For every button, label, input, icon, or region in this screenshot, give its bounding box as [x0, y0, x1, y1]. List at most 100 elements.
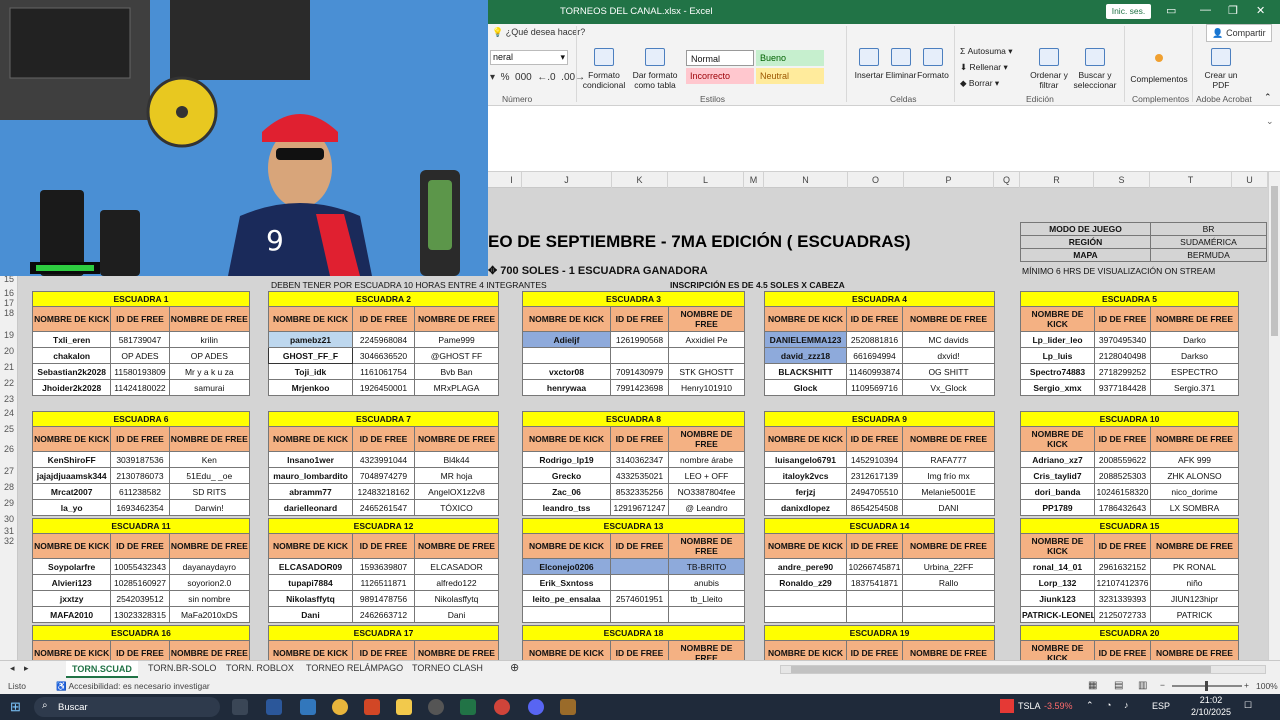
- free-id-cell[interactable]: 661694994: [846, 347, 903, 364]
- create-pdf-button[interactable]: Crear un PDF: [1198, 48, 1244, 90]
- squad-title[interactable]: ESCUADRA 1: [32, 291, 250, 307]
- free-name-cell[interactable]: Img frío mx: [901, 467, 996, 484]
- style-bueno[interactable]: Bueno: [756, 50, 824, 66]
- squad-col-header[interactable]: NOMBRE DE KICK: [268, 533, 353, 559]
- squad-col-header[interactable]: ID DE FREE: [352, 306, 415, 332]
- free-name-cell[interactable]: Axxidiel Pe: [667, 331, 746, 348]
- free-name-cell[interactable]: Ken: [168, 451, 251, 468]
- free-name-cell[interactable]: AngelOX1z2v8: [413, 483, 500, 500]
- free-id-cell[interactable]: 12107412376: [1094, 574, 1151, 591]
- squad-title[interactable]: ESCUADRA 2: [267, 291, 500, 307]
- col-header[interactable]: I: [502, 172, 522, 188]
- free-id-cell[interactable]: 2494705510: [846, 483, 903, 500]
- style-neutral[interactable]: Neutral: [756, 68, 824, 84]
- row-header[interactable]: 28: [0, 482, 18, 492]
- squad-title[interactable]: ESCUADRA 17: [268, 625, 499, 641]
- free-id-cell[interactable]: 2088525303: [1094, 467, 1151, 484]
- number-format-buttons[interactable]: ▾ % 000 ←.0 .00→: [490, 72, 585, 83]
- free-name-cell[interactable]: ESPECTRO: [1149, 363, 1240, 380]
- tab-torn-br-solo[interactable]: TORN.BR-SOLO: [148, 663, 216, 673]
- kick-name-cell[interactable]: Lp_luis: [1020, 347, 1095, 364]
- free-id-cell[interactable]: 2465261547: [352, 499, 415, 516]
- col-header[interactable]: R: [1020, 172, 1094, 188]
- squad-col-header[interactable]: NOMBRE DE FREE: [1150, 426, 1239, 452]
- squad-col-header[interactable]: NOMBRE DE KICK: [268, 640, 353, 660]
- kick-name-cell[interactable]: pamebz21: [268, 331, 353, 348]
- free-id-cell[interactable]: 1109569716: [846, 379, 903, 396]
- free-id-cell[interactable]: 3046636520: [352, 347, 415, 364]
- kick-name-cell[interactable]: [764, 606, 847, 623]
- free-id-cell[interactable]: OP ADES: [110, 347, 170, 364]
- squad-col-header[interactable]: ID DE FREE: [846, 306, 903, 332]
- clear-button[interactable]: ◆ Borrar ▾: [960, 78, 999, 88]
- free-id-cell[interactable]: 9891478756: [352, 590, 415, 607]
- kick-name-cell[interactable]: Nikolasffytq: [268, 590, 353, 607]
- squad-title[interactable]: ESCUADRA 6: [32, 411, 250, 427]
- free-id-cell[interactable]: 7991423698: [610, 379, 669, 396]
- free-id-cell[interactable]: 2245968084: [352, 331, 415, 348]
- row-header[interactable]: 26: [0, 444, 18, 454]
- col-header[interactable]: Q: [994, 172, 1020, 188]
- zoom-in-icon[interactable]: +: [1244, 680, 1249, 690]
- minimize-icon[interactable]: —: [1200, 4, 1211, 16]
- kick-name-cell[interactable]: leandro_tss: [522, 499, 611, 516]
- squad-title[interactable]: ESCUADRA 15: [1020, 518, 1239, 534]
- kick-name-cell[interactable]: Zac_06: [522, 483, 611, 500]
- powerpoint-icon[interactable]: [364, 699, 380, 715]
- col-header[interactable]: N: [764, 172, 848, 188]
- squad-col-header[interactable]: NOMBRE DE FREE: [414, 533, 499, 559]
- free-name-cell[interactable]: dayanaydayro: [168, 558, 251, 575]
- tab-torneo-relampago[interactable]: TORNEO RELÁMPAGO: [306, 663, 403, 673]
- free-id-cell[interactable]: 1593639807: [352, 558, 415, 575]
- squad-col-header[interactable]: ID DE FREE: [1094, 533, 1151, 559]
- free-id-cell[interactable]: 2312617139: [846, 467, 903, 484]
- stock-symbol[interactable]: TSLA: [1018, 701, 1041, 711]
- kick-name-cell[interactable]: Txli_eren: [31, 331, 112, 348]
- free-id-cell[interactable]: [846, 590, 903, 607]
- squad-col-header[interactable]: NOMBRE DE KICK: [522, 533, 611, 559]
- row-header[interactable]: 31: [0, 526, 18, 536]
- kick-name-cell[interactable]: [764, 590, 847, 607]
- free-id-cell[interactable]: 7091430979: [610, 363, 669, 380]
- free-id-cell[interactable]: 11424180022: [110, 379, 170, 396]
- free-name-cell[interactable]: anubis: [668, 574, 745, 591]
- squad-col-header[interactable]: NOMBRE DE KICK: [1020, 640, 1095, 660]
- row-header[interactable]: 21: [0, 362, 18, 372]
- kick-name-cell[interactable]: david_zzz18: [764, 347, 847, 364]
- horizontal-scrollbar[interactable]: [780, 665, 1266, 674]
- squad-col-header[interactable]: ID DE FREE: [352, 640, 415, 660]
- squad-col-header[interactable]: NOMBRE DE FREE: [1150, 640, 1239, 660]
- table-format-button[interactable]: Dar formato como tabla: [630, 48, 680, 90]
- squad-col-header[interactable]: NOMBRE DE KICK: [764, 426, 847, 452]
- squad-col-header[interactable]: NOMBRE DE KICK: [522, 426, 611, 452]
- search-box[interactable]: ⌕ Buscar: [34, 697, 220, 717]
- free-name-cell[interactable]: OP ADES: [168, 347, 251, 364]
- free-id-cell[interactable]: 9377184428: [1094, 379, 1151, 396]
- row-header[interactable]: 16: [0, 288, 18, 298]
- tab-torneo-clash[interactable]: TORNEO CLASH: [412, 663, 483, 673]
- squad-col-header[interactable]: NOMBRE DE KICK: [522, 640, 611, 660]
- kick-name-cell[interactable]: DANIELEMMA123: [764, 331, 847, 348]
- free-name-cell[interactable]: MRxPLAGA: [413, 379, 500, 396]
- free-id-cell[interactable]: [610, 558, 669, 575]
- kick-name-cell[interactable]: Grecko: [522, 467, 611, 484]
- squad-title[interactable]: ESCUADRA 12: [268, 518, 499, 534]
- squad-col-header[interactable]: NOMBRE DE FREE: [168, 640, 251, 660]
- squad-col-header[interactable]: NOMBRE DE FREE: [668, 533, 745, 559]
- free-name-cell[interactable]: Darkso: [1149, 347, 1240, 364]
- kick-name-cell[interactable]: Lp_lider_leo: [1020, 331, 1095, 348]
- tab-torn-scuad[interactable]: TORN.SCUAD: [66, 661, 138, 678]
- free-id-cell[interactable]: [846, 606, 903, 623]
- free-name-cell[interactable]: tb_Lleito: [668, 590, 745, 607]
- free-id-cell[interactable]: 10285160927: [110, 574, 170, 591]
- squad-col-header[interactable]: ID DE FREE: [846, 533, 903, 559]
- free-id-cell[interactable]: 8532335256: [610, 483, 669, 500]
- windows-start-icon[interactable]: ⊞: [10, 699, 21, 715]
- free-name-cell[interactable]: soyorion2.0: [168, 574, 251, 591]
- squad-title[interactable]: ESCUADRA 11: [32, 518, 250, 534]
- kick-name-cell[interactable]: KenShiroFF: [31, 451, 112, 468]
- squad-col-header[interactable]: NOMBRE DE KICK: [1020, 533, 1095, 559]
- squad-col-header[interactable]: NOMBRE DE FREE: [413, 306, 500, 332]
- squad-col-header[interactable]: ID DE FREE: [352, 533, 415, 559]
- tell-me-search[interactable]: 💡 ¿Qué desea hacer?: [492, 27, 585, 38]
